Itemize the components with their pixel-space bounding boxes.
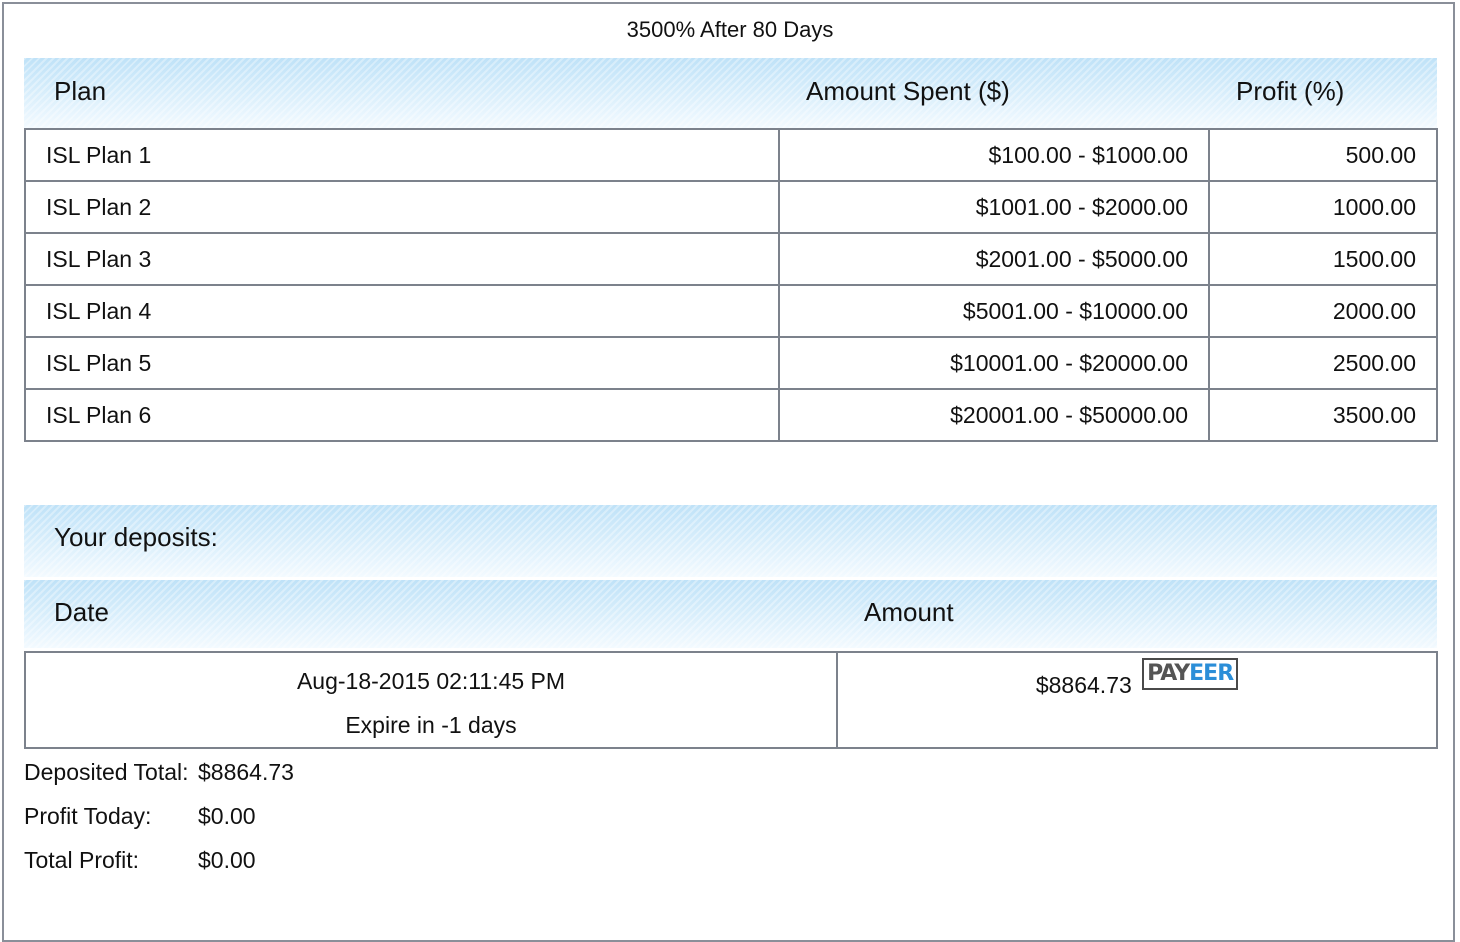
plan-amount-cell: $2001.00 - $5000.00	[778, 232, 1210, 286]
deposit-amount: $8864.73	[1035, 672, 1132, 698]
plan-profit-cell: 1000.00	[1208, 180, 1438, 234]
profit-today-label: Profit Today:	[24, 803, 152, 829]
plan-name-cell: ISL Plan 5	[24, 336, 780, 390]
table-row: ISL Plan 5 $10001.00 - $20000.00 2500.00	[24, 336, 1438, 390]
plan-name-cell: ISL Plan 4	[24, 284, 780, 338]
plans-header-amount: Amount Spent ($)	[806, 76, 1010, 106]
plans-header-plan: Plan	[54, 76, 107, 106]
deposits-table-header: Date Amount	[24, 580, 1437, 648]
plan-profit-cell: 500.00	[1208, 128, 1438, 182]
deposits-header-amount: Amount	[864, 597, 954, 627]
plan-name-cell: ISL Plan 3	[24, 232, 780, 286]
deposit-date-cell: Aug-18-2015 02:11:45 PM Expire in -1 day…	[24, 651, 838, 749]
deposited-total-label: Deposited Total:	[24, 759, 189, 785]
table-row: Aug-18-2015 02:11:45 PM Expire in -1 day…	[24, 651, 1438, 749]
deposits-table: Aug-18-2015 02:11:45 PM Expire in -1 day…	[24, 651, 1438, 749]
plan-amount-cell: $10001.00 - $20000.00	[778, 336, 1210, 390]
table-row: ISL Plan 3 $2001.00 - $5000.00 1500.00	[24, 232, 1438, 286]
plans-header-profit: Profit (%)	[1236, 76, 1345, 106]
plan-amount-cell: $5001.00 - $10000.00	[778, 284, 1210, 338]
plans-table-header: Plan Amount Spent ($) Profit (%)	[24, 58, 1437, 128]
deposits-header-date: Date	[54, 597, 109, 627]
table-row: ISL Plan 4 $5001.00 - $10000.00 2000.00	[24, 284, 1438, 338]
deposit-expire: Expire in -1 days	[345, 712, 517, 738]
table-row: ISL Plan 1 $100.00 - $1000.00 500.00	[24, 128, 1438, 182]
deposit-date: Aug-18-2015 02:11:45 PM	[296, 668, 566, 694]
plan-name-cell: ISL Plan 2	[24, 180, 780, 234]
plan-profit-cell: 2000.00	[1208, 284, 1438, 338]
plan-name-cell: ISL Plan 1	[24, 128, 780, 182]
profit-today-value: $0.00	[198, 803, 256, 829]
plan-amount-cell: $1001.00 - $2000.00	[778, 180, 1210, 234]
plan-profit-cell: 2500.00	[1208, 336, 1438, 390]
plan-profit-cell: 1500.00	[1208, 232, 1438, 286]
deposited-total-value: $8864.73	[198, 759, 294, 785]
plan-amount-cell: $100.00 - $1000.00	[778, 128, 1210, 182]
table-row: ISL Plan 6 $20001.00 - $50000.00 3500.00	[24, 388, 1438, 442]
plan-title: 3500% After 80 Days	[626, 17, 834, 42]
total-profit-value: $0.00	[198, 847, 256, 873]
total-profit-label: Total Profit:	[24, 847, 140, 873]
plan-amount-cell: $20001.00 - $50000.00	[778, 388, 1210, 442]
payeer-logo-icon: PAYEER	[1142, 658, 1239, 690]
plans-table: ISL Plan 1 $100.00 - $1000.00 500.00 ISL…	[24, 128, 1438, 442]
deposits-heading-band: Your deposits:	[24, 505, 1437, 577]
plan-name-cell: ISL Plan 6	[24, 388, 780, 442]
plan-profit-cell: 3500.00	[1208, 388, 1438, 442]
deposits-heading: Your deposits:	[54, 522, 218, 552]
deposit-amount-cell: $8864.73 PAYEER	[836, 651, 1438, 749]
table-row: ISL Plan 2 $1001.00 - $2000.00 1000.00	[24, 180, 1438, 234]
